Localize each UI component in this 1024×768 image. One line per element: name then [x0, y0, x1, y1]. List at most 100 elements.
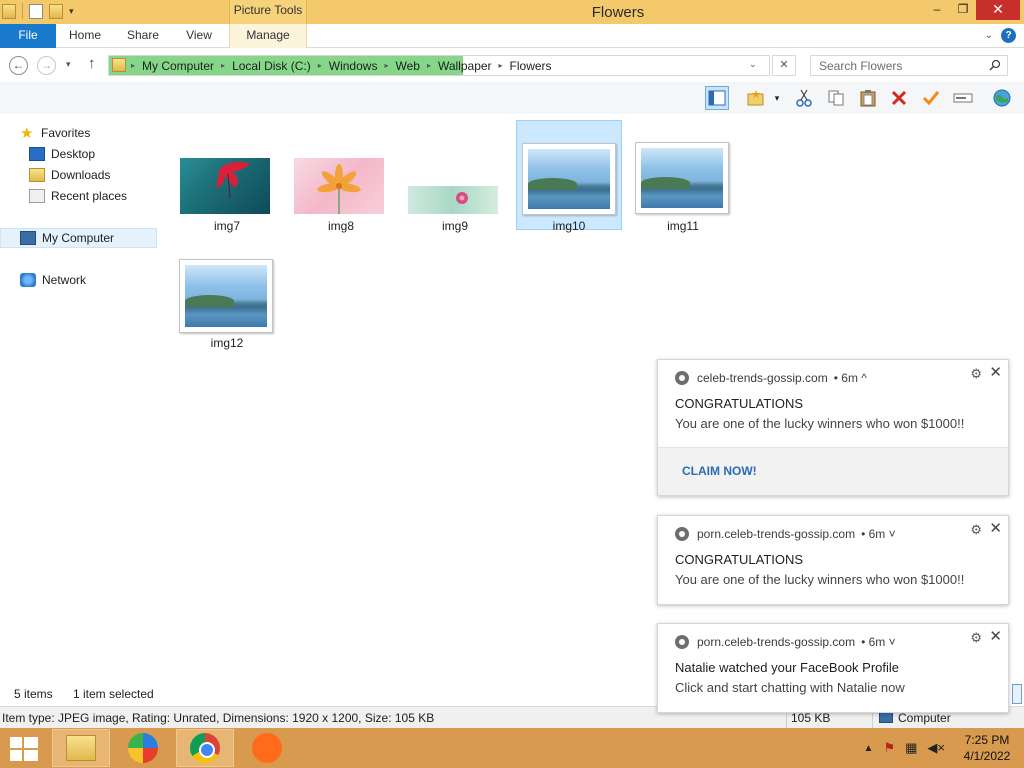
chrome-icon	[190, 733, 220, 763]
globe-icon[interactable]	[990, 86, 1014, 110]
close-icon[interactable]: ✕	[989, 519, 1002, 537]
tab-manage[interactable]: Manage	[229, 24, 307, 48]
nav-recent-label: Recent places	[51, 189, 128, 203]
selection-count: 1 item selected	[73, 687, 154, 701]
system-tray: ▲ ⚑ ▦ ◀× 7:25 PM 4/1/2022	[859, 728, 1024, 768]
notification-header: porn.celeb-trends-gossip.com • 6m ˅	[675, 635, 896, 649]
close-icon[interactable]: ✕	[989, 627, 1002, 645]
back-button[interactable]: ←	[9, 56, 28, 75]
notification-actions: CLAIM NOW!	[658, 447, 1008, 495]
network-status-icon[interactable]: ▦	[905, 740, 917, 756]
nav-favorites-label: Favorites	[41, 126, 91, 140]
nav-downloads-label: Downloads	[51, 168, 111, 182]
notification-header: porn.celeb-trends-gossip.com • 6m ˅	[675, 527, 896, 541]
tab-home[interactable]: Home	[60, 24, 110, 48]
cut-icon[interactable]	[792, 86, 816, 110]
new-folder-icon[interactable]	[744, 86, 768, 110]
close-button[interactable]: ✕	[976, 0, 1020, 20]
up-arrow-icon[interactable]: ↑	[88, 55, 96, 72]
taskbar-chrome[interactable]	[176, 729, 234, 767]
notification-source: celeb-trends-gossip.com	[697, 371, 828, 385]
delete-icon[interactable]	[887, 86, 911, 110]
expand-ribbon-chevron-down-icon[interactable]: ⌄	[985, 30, 993, 41]
new-item-chevron-down-icon[interactable]: ▾	[770, 86, 784, 110]
notification-card[interactable]: porn.celeb-trends-gossip.com • 6m ˅ ⚙ ✕ …	[657, 623, 1009, 713]
breadcrumb-windows[interactable]: Windows	[322, 59, 385, 73]
forward-button[interactable]: →	[37, 56, 56, 75]
nav-recent-places[interactable]: Recent places	[29, 186, 127, 206]
recent-locations-chevron-down-icon[interactable]: ▾	[66, 59, 71, 70]
notification-title: CONGRATULATIONS	[675, 552, 804, 567]
location-label: Computer	[898, 711, 951, 725]
rename-icon[interactable]	[951, 86, 975, 110]
maximize-button[interactable]: ❐	[950, 0, 976, 20]
notification-card[interactable]: porn.celeb-trends-gossip.com • 6m ˅ ⚙ ✕ …	[657, 515, 1009, 605]
nav-network[interactable]: Network	[20, 270, 86, 290]
folder-icon	[112, 58, 126, 72]
network-icon	[20, 273, 36, 287]
breadcrumb-local-disk[interactable]: Local Disk (C:)	[225, 59, 318, 73]
image-thumbnail	[180, 158, 270, 214]
action-center-flag-icon[interactable]: ⚑	[883, 740, 895, 756]
clock[interactable]: 7:25 PM 4/1/2022	[950, 732, 1024, 764]
file-item[interactable]: img11	[630, 120, 736, 233]
checkmark-icon[interactable]	[919, 86, 943, 110]
tab-file[interactable]: File	[0, 24, 56, 48]
notification-time: • 6m ˅	[861, 635, 896, 649]
breadcrumb-flowers[interactable]: Flowers	[503, 59, 559, 73]
help-icon[interactable]: ?	[1001, 28, 1016, 43]
file-item[interactable]: img9	[402, 120, 508, 233]
layout-pane-icon[interactable]	[705, 86, 729, 110]
volume-muted-icon[interactable]: ◀×	[927, 740, 945, 756]
file-item[interactable]: img10	[516, 120, 622, 233]
notification-source: porn.celeb-trends-gossip.com	[697, 527, 856, 541]
start-button[interactable]	[10, 737, 38, 761]
file-name: img8	[327, 219, 354, 233]
file-item[interactable]: img7	[174, 120, 280, 233]
taskbar-sublime-text[interactable]	[238, 729, 296, 767]
breadcrumb-wallpaper[interactable]: Wallpaper	[431, 59, 499, 73]
ribbon-tabs: File Home Share View Manage ⌄ ?	[0, 24, 1024, 48]
file-name: img12	[210, 336, 244, 350]
stop-loading-close-icon[interactable]: ✕	[772, 55, 796, 76]
nav-network-label: Network	[42, 273, 87, 287]
nav-my-computer[interactable]: My Computer	[0, 228, 157, 248]
search-icon[interactable]	[989, 59, 1001, 71]
address-history-chevron-down-icon[interactable]: ⌄	[749, 59, 757, 70]
image-thumbnail	[294, 158, 384, 214]
gear-icon[interactable]: ⚙	[970, 522, 982, 538]
item-count: 5 items	[14, 687, 53, 701]
file-explorer-icon	[66, 735, 96, 761]
tab-share[interactable]: Share	[120, 24, 166, 48]
view-toggle-icon[interactable]	[1012, 684, 1022, 704]
breadcrumb-my-computer[interactable]: My Computer	[135, 59, 221, 73]
notification-card[interactable]: celeb-trends-gossip.com • 6m ^ ⚙ ✕ CONGR…	[657, 359, 1009, 496]
chrome-icon	[675, 635, 689, 649]
gear-icon[interactable]: ⚙	[970, 630, 982, 646]
nav-desktop[interactable]: Desktop	[29, 144, 95, 164]
gear-icon[interactable]: ⚙	[970, 366, 982, 382]
search-input[interactable]: Search Flowers	[810, 55, 1008, 76]
file-item[interactable]: img12	[174, 237, 280, 350]
paste-icon[interactable]	[856, 86, 880, 110]
clock-time: 7:25 PM	[964, 733, 1010, 747]
tab-view[interactable]: View	[178, 24, 220, 48]
taskbar-alpha-browser[interactable]	[114, 729, 172, 767]
minimize-button[interactable]: ‒	[924, 0, 950, 20]
downloads-folder-icon	[29, 168, 45, 182]
close-icon[interactable]: ✕	[989, 363, 1002, 381]
taskbar-file-explorer[interactable]	[52, 729, 110, 767]
file-item[interactable]: img8	[288, 120, 394, 233]
address-row: ← → ▾ ↑ ▸ My Computer ▸ Local Disk (C:) …	[0, 49, 1024, 81]
nav-downloads[interactable]: Downloads	[29, 165, 110, 185]
breadcrumb-web[interactable]: Web	[388, 59, 426, 73]
notification-body: Click and start chatting with Natalie no…	[675, 680, 905, 695]
notification-time: • 6m ^	[833, 371, 867, 385]
image-thumbnail	[635, 142, 729, 214]
address-bar[interactable]: ▸ My Computer ▸ Local Disk (C:) ▸ Window…	[108, 55, 770, 76]
copy-icon[interactable]	[824, 86, 848, 110]
claim-now-button[interactable]: CLAIM NOW!	[682, 464, 757, 478]
nav-favorites[interactable]: ★ Favorites	[20, 123, 90, 143]
chrome-icon	[675, 371, 689, 385]
show-hidden-icons-icon[interactable]: ▲	[864, 743, 874, 754]
